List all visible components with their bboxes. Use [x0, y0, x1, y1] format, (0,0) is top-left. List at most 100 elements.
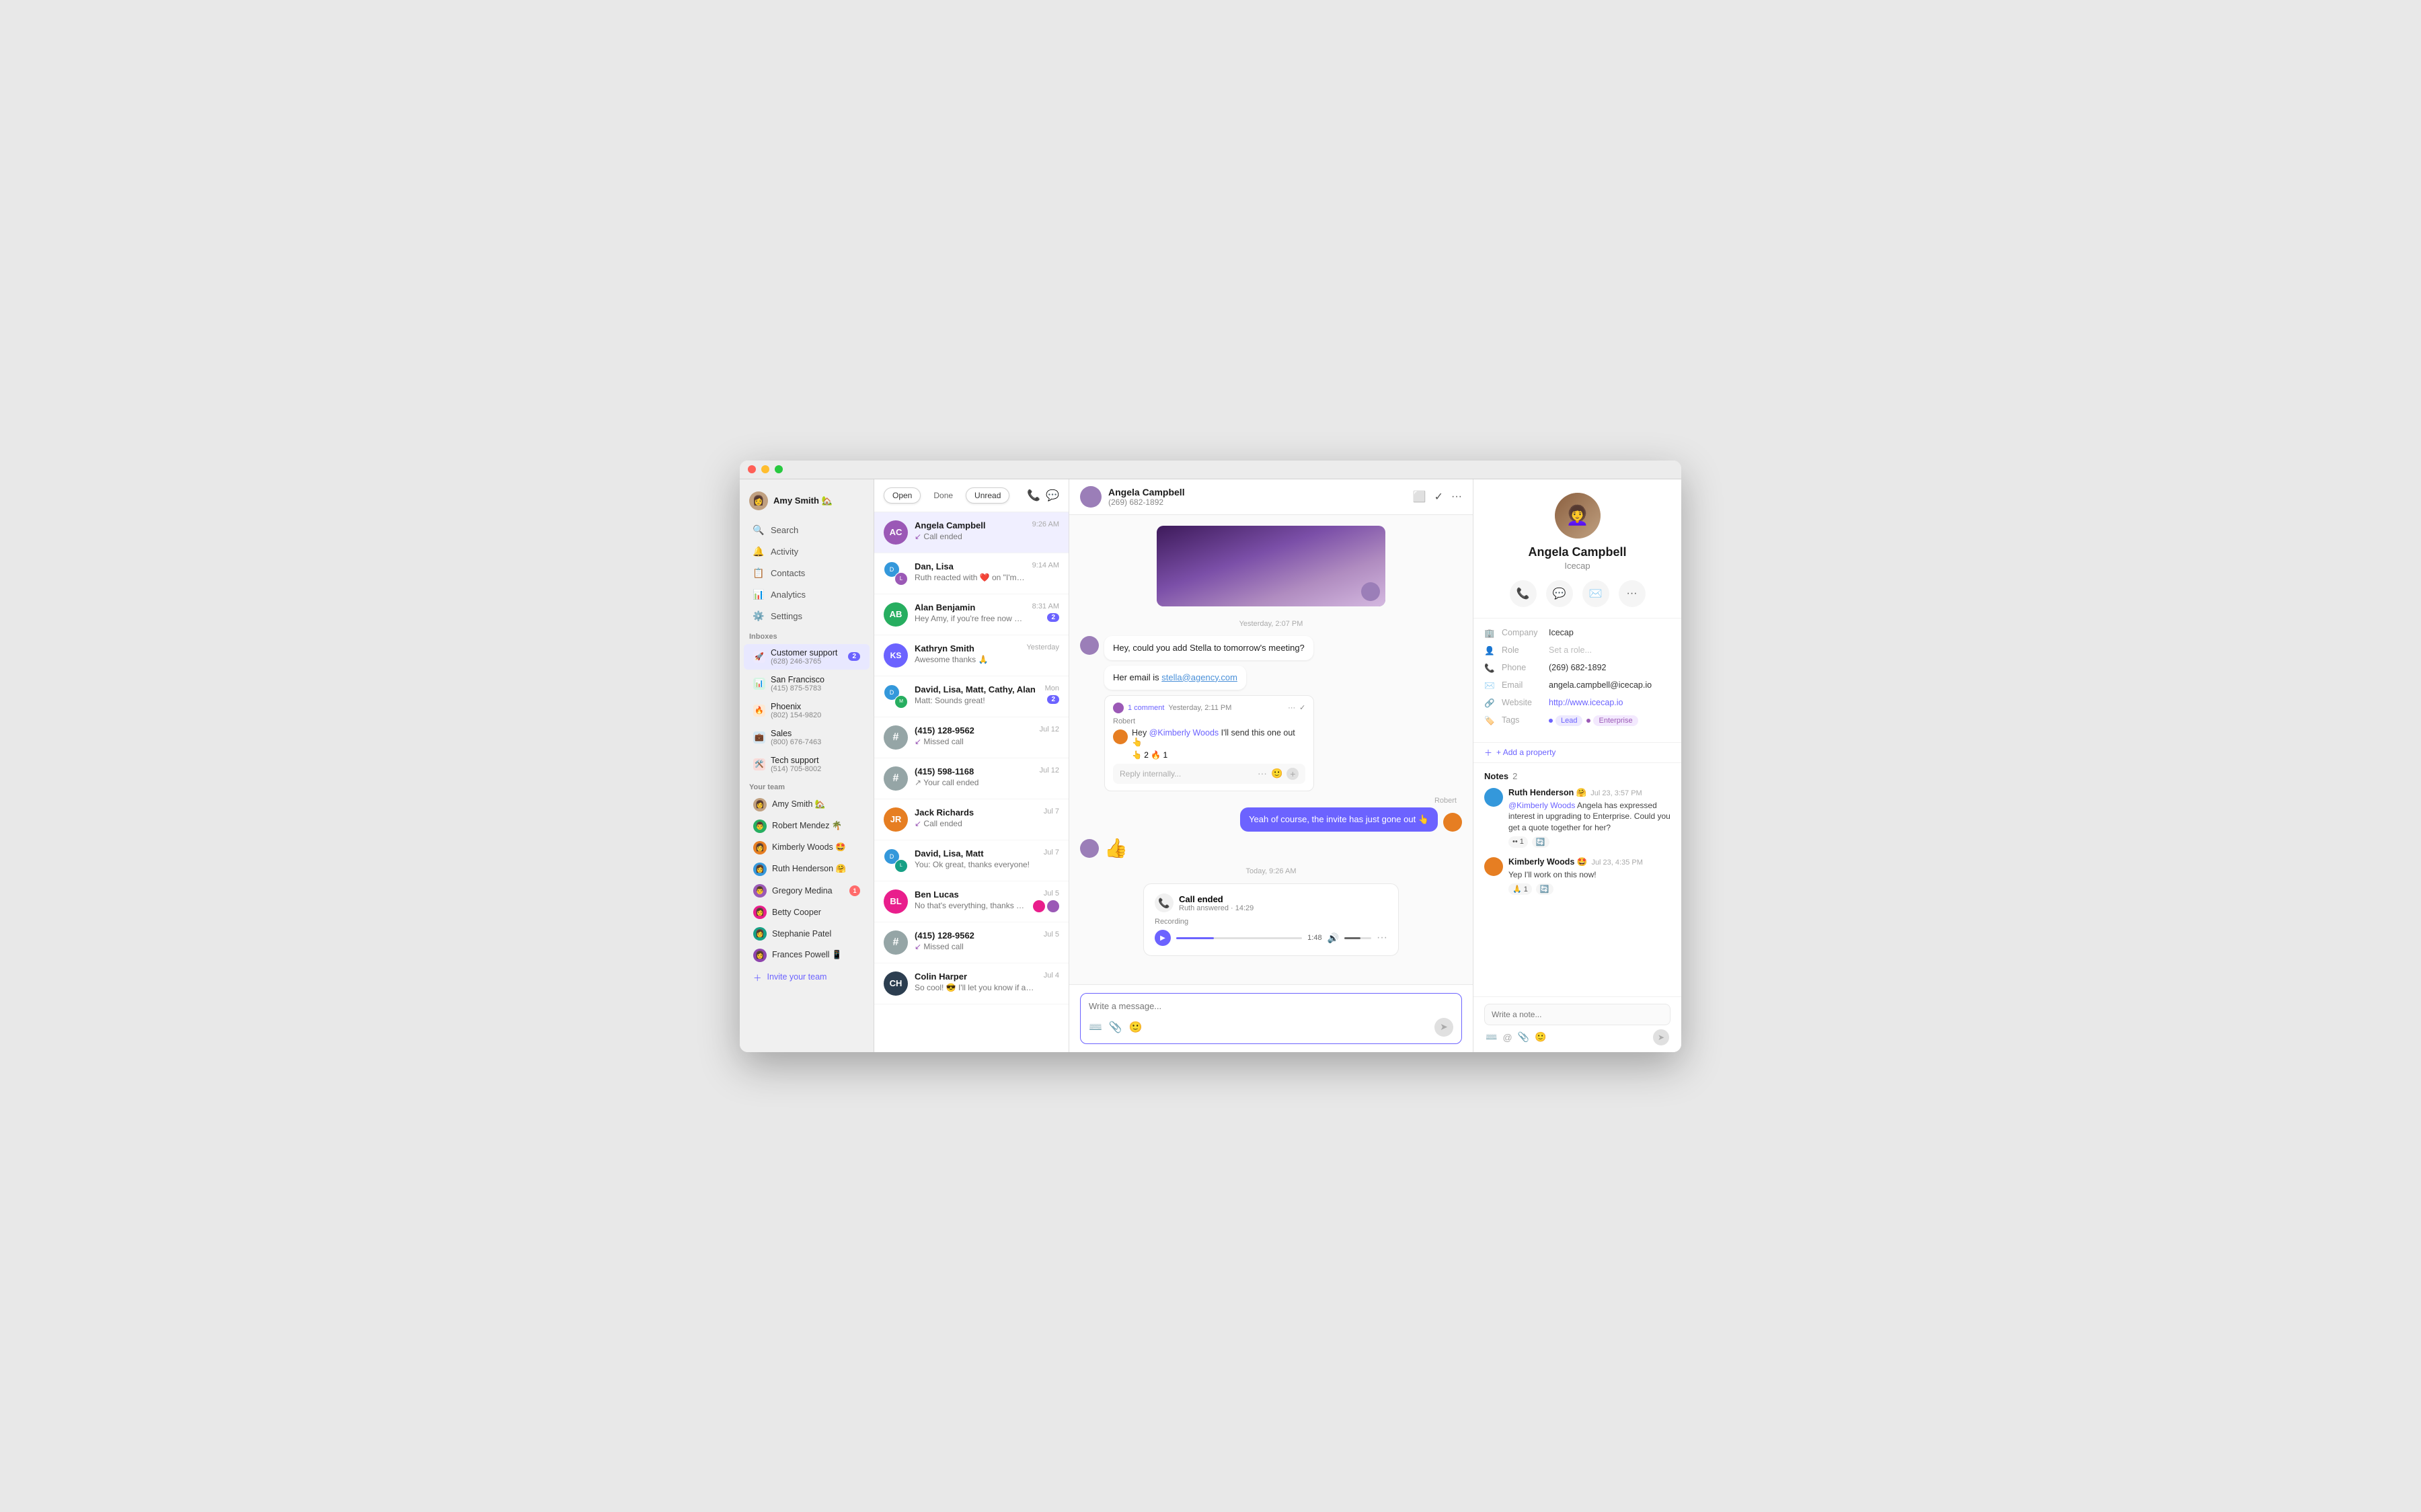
conversation-item[interactable]: # (415) 128-9562 ↙ Missed call Jul 5 — [874, 922, 1069, 963]
chat-action-button[interactable]: 💬 — [1546, 580, 1573, 607]
conversation-item[interactable]: BL Ben Lucas No that's everything, thank… — [874, 881, 1069, 922]
inbox-item-san-francisco[interactable]: 📊 San Francisco (415) 875-5783 — [744, 671, 870, 697]
inbox-icon: 💼 — [753, 731, 765, 744]
member-name: Kimberly Woods 🤩 — [772, 842, 846, 852]
reaction-button[interactable]: 🔄 — [1532, 836, 1549, 848]
more-action-button[interactable]: ··· — [1619, 580, 1646, 607]
call-ended-subtitle: Ruth answered · 14:29 — [1179, 904, 1254, 912]
company-value: Icecap — [1549, 628, 1670, 637]
sidebar-item-settings[interactable]: ⚙️ Settings — [744, 606, 870, 627]
team-member-betty[interactable]: 👩 Betty Cooper — [744, 902, 870, 922]
team-member-robert[interactable]: 👨 Robert Mendez 🌴 — [744, 816, 870, 836]
sidebar-item-search[interactable]: 🔍 Search — [744, 520, 870, 541]
team-member-stephanie[interactable]: 👩 Stephanie Patel — [744, 924, 870, 944]
tag-lead[interactable]: Lead — [1555, 715, 1582, 726]
more-options-icon[interactable]: ··· — [1377, 932, 1387, 944]
reaction-button[interactable]: 🙏 1 — [1508, 883, 1532, 895]
chat-icon[interactable]: 💬 — [1046, 489, 1059, 502]
minimize-button[interactable] — [761, 465, 769, 473]
conversation-item[interactable]: D L David, Lisa, Matt You: Ok great, tha… — [874, 840, 1069, 881]
add-property-button[interactable]: ＋ + Add a property — [1473, 743, 1681, 763]
inbox-item-customer-support[interactable]: 🚀 Customer support (628) 246-3765 2 — [744, 644, 870, 670]
more-icon[interactable]: ··· — [1451, 491, 1462, 503]
header-icons: 📞 💬 — [1027, 489, 1059, 502]
team-member-gregory[interactable]: 👨 Gregory Medina 1 — [744, 881, 870, 901]
team-member-amy[interactable]: 👩 Amy Smith 🏡 — [744, 795, 870, 815]
resolve-icon[interactable]: ✓ — [1299, 703, 1305, 712]
thread-avatar — [1113, 703, 1124, 713]
maximize-button[interactable] — [775, 465, 783, 473]
check-icon[interactable]: ✓ — [1434, 490, 1443, 504]
play-button[interactable]: ▶ — [1155, 930, 1171, 946]
inbox-icon: 🚀 — [753, 651, 765, 663]
conversation-item[interactable]: CH Colin Harper So cool! 😎 I'll let you … — [874, 963, 1069, 1004]
team-member-kimberly[interactable]: 👩 Kimberly Woods 🤩 — [744, 838, 870, 858]
user-profile[interactable]: 👩 Amy Smith 🏡 — [740, 487, 874, 514]
conversation-time: Jul 7 — [1044, 848, 1059, 857]
settings-icon: ⚙️ — [753, 611, 764, 622]
sidebar-item-contacts[interactable]: 📋 Contacts — [744, 563, 870, 584]
call-ended-card: 📞 Call ended Ruth answered · 14:29 Recor… — [1143, 883, 1399, 956]
send-button[interactable]: ➤ — [1434, 1018, 1453, 1037]
team-member-ruth[interactable]: 👩 Ruth Henderson 🤗 — [744, 859, 870, 879]
conversation-item[interactable]: D L Dan, Lisa Ruth reacted with ❤️ on "I… — [874, 553, 1069, 594]
close-button[interactable] — [748, 465, 756, 473]
emoji-icon[interactable]: 🙂 — [1129, 1021, 1143, 1034]
filter-done[interactable]: Done — [925, 487, 962, 504]
plus-icon[interactable]: + — [1286, 768, 1299, 780]
attachment-icon[interactable]: 📎 — [1518, 1031, 1529, 1043]
conversation-name: David, Lisa, Matt, Cathy, Alan — [915, 684, 1038, 694]
date-divider: Today, 9:26 AM — [1080, 867, 1462, 875]
tag-enterprise[interactable]: Enterprise — [1593, 715, 1638, 726]
website-value[interactable]: http://www.icecap.io — [1549, 698, 1670, 707]
volume-icon[interactable]: 🔊 — [1328, 932, 1339, 944]
inbox-phone: (628) 246-3765 — [771, 658, 843, 666]
mention-icon[interactable]: @ — [1502, 1032, 1512, 1043]
phone-icon[interactable]: 📞 — [1027, 489, 1040, 502]
filter-unread[interactable]: Unread — [966, 487, 1009, 504]
conversation-item[interactable]: AB Alan Benjamin Hey Amy, if you're free… — [874, 594, 1069, 635]
inbox-item-sales[interactable]: 💼 Sales (800) 676-7463 — [744, 725, 870, 750]
reaction-button[interactable]: •• 1 — [1508, 836, 1528, 848]
note-time: Jul 23, 3:57 PM — [1590, 789, 1642, 797]
volume-bar[interactable] — [1344, 937, 1371, 939]
reply-placeholder[interactable]: Reply internally... — [1120, 769, 1254, 779]
conversation-preview: No that's everything, thanks again! 👆 — [915, 901, 1026, 910]
format-icon[interactable]: ⌨️ — [1089, 1021, 1102, 1034]
inboxes-section-label: Inboxes — [740, 627, 874, 643]
filter-open[interactable]: Open — [884, 487, 921, 504]
conversation-item[interactable]: D M David, Lisa, Matt, Cathy, Alan Matt:… — [874, 676, 1069, 717]
conversation-item[interactable]: # (415) 598-1168 ↗ Your call ended Jul 1… — [874, 758, 1069, 799]
conversation-item[interactable]: JR Jack Richards ↙ Call ended Jul 7 — [874, 799, 1069, 840]
sidebar-item-label: Contacts — [771, 568, 805, 578]
member-avatar: 👩 — [753, 798, 767, 811]
screen-share-icon[interactable]: ⬜ — [1413, 490, 1426, 504]
call-action-button[interactable]: 📞 — [1510, 580, 1537, 607]
conversation-filter-bar: Open Done Unread 📞 💬 — [874, 479, 1069, 512]
note-input[interactable] — [1484, 1004, 1670, 1025]
conversation-avatar: # — [884, 766, 908, 791]
note-send-button[interactable]: ➤ — [1653, 1029, 1669, 1045]
sidebar-item-activity[interactable]: 🔔 Activity — [744, 542, 870, 562]
inbox-item-tech-support[interactable]: 🛠️ Tech support (514) 705-8002 — [744, 752, 870, 777]
format-icon[interactable]: ⌨️ — [1486, 1031, 1497, 1043]
sidebar-item-analytics[interactable]: 📊 Analytics — [744, 585, 870, 605]
conversation-item[interactable]: KS Kathryn Smith Awesome thanks 🙏 Yester… — [874, 635, 1069, 676]
emoji-icon[interactable]: 🙂 — [1535, 1031, 1546, 1043]
more-icon[interactable]: ··· — [1258, 768, 1267, 780]
tag-dot — [1549, 719, 1553, 723]
role-value[interactable]: Set a role... — [1549, 645, 1670, 655]
message-input[interactable] — [1089, 1001, 1453, 1011]
attachment-icon[interactable]: 📎 — [1109, 1021, 1122, 1034]
audio-progress-bar[interactable] — [1176, 937, 1302, 939]
email-action-button[interactable]: ✉️ — [1582, 580, 1609, 607]
reaction-button[interactable]: 🔄 — [1536, 883, 1553, 895]
inbox-name: Sales — [771, 729, 860, 738]
conversation-item[interactable]: AC Angela Campbell ↙ Call ended 9:26 AM — [874, 512, 1069, 553]
conversation-item[interactable]: # (415) 128-9562 ↙ Missed call Jul 12 — [874, 717, 1069, 758]
email-link[interactable]: stella@agency.com — [1161, 672, 1237, 682]
inbox-item-phoenix[interactable]: 🔥 Phoenix (802) 154-9820 — [744, 698, 870, 723]
emoji-icon[interactable]: 🙂 — [1271, 768, 1282, 780]
team-member-frances[interactable]: 👩 Frances Powell 📱 — [744, 945, 870, 965]
invite-team-button[interactable]: ＋ Invite your team — [744, 967, 870, 988]
